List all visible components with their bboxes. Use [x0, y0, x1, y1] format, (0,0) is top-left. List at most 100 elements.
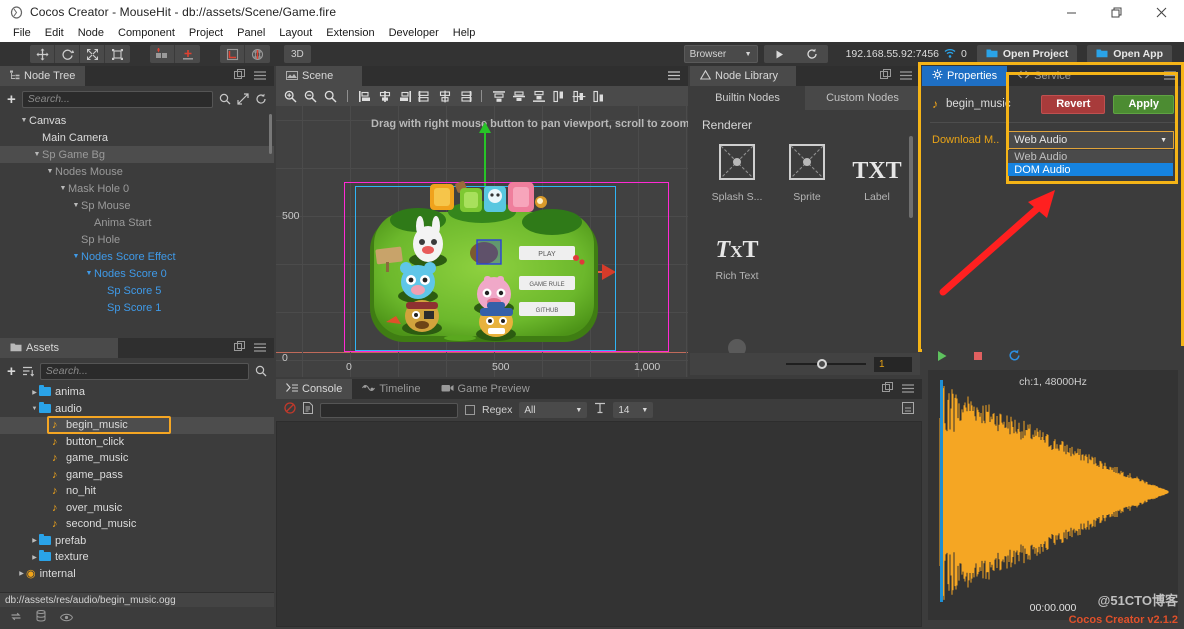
assets-search-input[interactable] [39, 362, 249, 380]
tab-builtin-nodes[interactable]: Builtin Nodes [690, 86, 805, 110]
close-button[interactable] [1139, 0, 1184, 24]
assets-item[interactable]: ▶ texture [0, 549, 274, 566]
node-tree-item[interactable]: ▼ Nodes Score 0 [0, 265, 274, 282]
node-item-rich-text[interactable]: TXT Rich Text [702, 237, 772, 282]
menu-file[interactable]: File [6, 24, 38, 42]
tab-properties[interactable]: Properties [922, 66, 1008, 86]
chevron-down-icon[interactable]: ▼ [30, 406, 39, 412]
option-web-audio[interactable]: Web Audio [1008, 150, 1173, 163]
node-item-sprite[interactable]: Sprite [772, 144, 842, 203]
node-tree-scrollbar[interactable] [269, 114, 272, 154]
chevron-right-icon[interactable]: ▶ [30, 389, 39, 396]
audio-playhead[interactable] [940, 380, 943, 602]
chevron-down-icon[interactable]: ▼ [58, 185, 68, 192]
menu-project[interactable]: Project [182, 24, 230, 42]
sync-icon[interactable] [10, 609, 22, 627]
tab-timeline[interactable]: Timeline [352, 379, 431, 399]
tab-console[interactable]: Console [276, 379, 353, 399]
move-tool-button[interactable] [30, 45, 55, 63]
node-tree-item[interactable]: Sp Score 1 [0, 299, 274, 316]
apply-button[interactable]: Apply [1113, 94, 1174, 114]
assets-item[interactable]: ▶ prefab [0, 533, 274, 550]
zoom-fit-icon[interactable] [322, 88, 339, 104]
tab-node-tree[interactable]: Node Tree [0, 66, 86, 86]
menu-developer[interactable]: Developer [382, 24, 446, 42]
refresh-button[interactable] [796, 45, 828, 63]
tab-node-library[interactable]: Node Library [690, 66, 796, 86]
node-tree-item[interactable]: Main Camera [0, 129, 274, 146]
pivot-tool-button[interactable] [150, 45, 175, 63]
open-app-button[interactable]: Open App [1087, 45, 1172, 63]
node-tree-search-input[interactable] [21, 90, 213, 108]
node-tree-item[interactable]: ▼ Sp Game Bg [0, 146, 274, 163]
align-right-icon[interactable] [396, 88, 413, 104]
align-left-icon[interactable] [356, 88, 373, 104]
font-size-icon[interactable] [594, 401, 606, 419]
rect-tool-button[interactable] [105, 45, 130, 63]
plus-icon[interactable]: + [7, 92, 16, 107]
revert-button[interactable]: Revert [1041, 94, 1106, 114]
assets-list[interactable]: ▶ anima ▼ audio ♪ begin_music ♪ button_click ♪ ga… [0, 384, 274, 592]
assets-item[interactable]: ♪ begin_music [0, 417, 274, 434]
menu-extension[interactable]: Extension [319, 24, 381, 42]
node-tree-item[interactable]: ▼ Sp Mouse [0, 197, 274, 214]
align-v-center-icon[interactable] [510, 88, 527, 104]
loop-button[interactable] [1008, 349, 1021, 367]
assets-item[interactable]: ▼ audio [0, 401, 274, 418]
hamburger-icon[interactable] [900, 67, 912, 85]
node-tree-item[interactable]: Sp Score 5 [0, 282, 274, 299]
scale-tool-button[interactable] [80, 45, 105, 63]
node-library-zoom-value[interactable]: 1 [874, 356, 912, 372]
node-item-label-node[interactable]: TXT Label [842, 158, 912, 203]
console-font-size-select[interactable]: 14 ▼ [613, 402, 654, 418]
option-dom-audio[interactable]: DOM Audio [1008, 163, 1173, 176]
console-level-select[interactable]: All ▼ [519, 402, 588, 418]
node-tree-item[interactable]: ▼ Nodes Mouse [0, 163, 274, 180]
assets-item[interactable]: ♪ game_pass [0, 467, 274, 484]
node-tree-item[interactable]: ▼ Nodes Score Effect [0, 248, 274, 265]
collapse-icon[interactable] [902, 401, 914, 419]
hamburger-icon[interactable] [254, 339, 266, 357]
tab-service[interactable]: Service [1007, 66, 1081, 86]
chevron-down-icon[interactable]: ▼ [45, 168, 55, 175]
clear-icon[interactable] [284, 401, 296, 419]
hamburger-icon[interactable] [254, 67, 266, 85]
distribute-h-center-icon[interactable] [436, 88, 453, 104]
tab-game-preview[interactable]: Game Preview [430, 379, 540, 399]
open-project-button[interactable]: Open Project [976, 45, 1078, 63]
global-coord-tool-button[interactable] [245, 45, 270, 63]
menu-help[interactable]: Help [446, 24, 483, 42]
assets-item[interactable]: ▶ anima [0, 384, 274, 401]
align-bottom-icon[interactable] [530, 88, 547, 104]
hamburger-icon[interactable] [668, 67, 680, 85]
assets-item[interactable]: ♪ over_music [0, 500, 274, 517]
plus-icon[interactable]: + [7, 364, 16, 379]
distribute-right-icon[interactable] [456, 88, 473, 104]
assets-item[interactable]: ♪ button_click [0, 434, 274, 451]
chevron-right-icon[interactable]: ▶ [17, 570, 26, 577]
play-button[interactable] [936, 349, 948, 367]
tab-assets[interactable]: Assets [0, 338, 118, 358]
menu-node[interactable]: Node [71, 24, 111, 42]
popout-icon[interactable] [880, 67, 891, 85]
eye-icon[interactable] [60, 609, 73, 627]
slider-knob[interactable] [817, 359, 827, 369]
hamburger-icon[interactable] [1164, 67, 1176, 85]
download-mode-dropdown[interactable]: Web Audio ▼ Web Audio DOM Audio [1007, 131, 1174, 176]
tab-scene[interactable]: Scene [276, 66, 362, 86]
file-icon[interactable] [303, 401, 313, 419]
hamburger-icon[interactable] [902, 380, 914, 398]
chevron-down-icon[interactable]: ▼ [71, 253, 81, 260]
chevron-right-icon[interactable]: ▶ [30, 537, 39, 544]
local-coord-tool-button[interactable] [220, 45, 245, 63]
console-filter-input[interactable] [320, 402, 458, 418]
regex-checkbox[interactable] [465, 405, 475, 415]
assets-item[interactable]: ▶ ◉ internal [0, 566, 274, 583]
node-tree-item[interactable]: ▼ Mask Hole 0 [0, 180, 274, 197]
popout-icon[interactable] [882, 380, 893, 398]
preview-target-select[interactable]: Browser ▼ [683, 45, 758, 63]
chevron-down-icon[interactable]: ▼ [32, 151, 42, 158]
distribute-left-icon[interactable] [416, 88, 433, 104]
popout-icon[interactable] [234, 339, 245, 357]
tab-custom-nodes[interactable]: Custom Nodes [805, 86, 920, 110]
